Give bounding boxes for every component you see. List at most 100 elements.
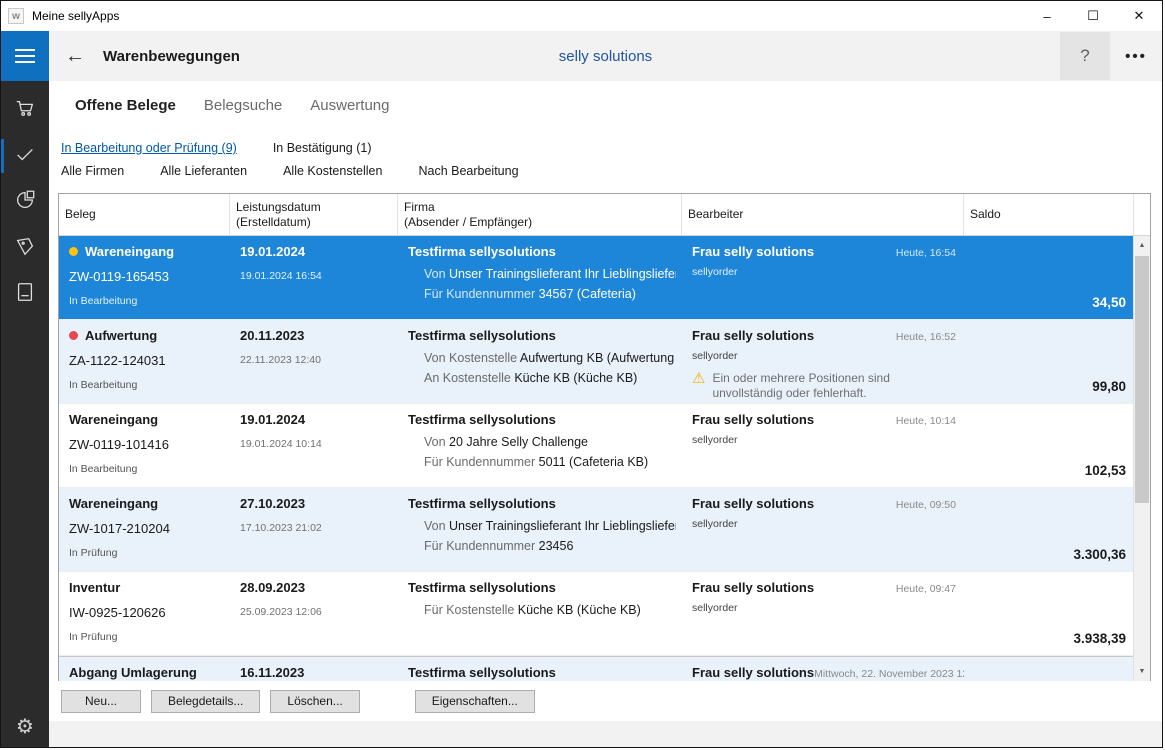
close-button[interactable]: ✕ bbox=[1116, 1, 1162, 31]
created-date: 22.11.2023 12:40 bbox=[240, 354, 321, 366]
back-arrow-icon[interactable]: ← bbox=[65, 45, 85, 68]
filter-in-bestaetigung[interactable]: In Bestätigung (1) bbox=[273, 141, 372, 155]
tag-icon bbox=[14, 235, 36, 262]
cell-bearbeiter: Frau selly solutions Mittwoch, 22. Novem… bbox=[682, 657, 964, 681]
help-icon[interactable]: ? bbox=[1060, 32, 1110, 80]
column-header-firma[interactable]: Firma (Absender / Empfänger) bbox=[398, 194, 682, 235]
tab-bar: Offene Belege Belegsuche Auswertung bbox=[49, 81, 1162, 129]
table-row[interactable]: Wareneingang ZW-0119-165453 In Bearbeitu… bbox=[59, 236, 1134, 320]
footer-strip bbox=[49, 721, 1162, 747]
document-type: Abgang Umlagerung bbox=[69, 665, 197, 680]
app-icon: w bbox=[8, 8, 24, 24]
editor-name: Frau selly solutions bbox=[692, 328, 815, 343]
document-details-button[interactable]: Belegdetails... bbox=[151, 689, 261, 713]
cell-bearbeiter: Frau selly solutions Heute, 16:52 sellyo… bbox=[682, 320, 964, 403]
cell-beleg: Aufwertung ZA-1122-124031 In Bearbeitung bbox=[59, 320, 230, 403]
cell-bearbeiter: Frau selly solutions Heute, 10:14 sellyo… bbox=[682, 404, 964, 487]
editor-name: Frau selly solutions bbox=[692, 244, 815, 259]
sidebar-item-open-documents[interactable] bbox=[1, 133, 49, 179]
saldo-value: 3.938,39 bbox=[1073, 631, 1126, 646]
detail-line: Für Kundennummer 23456 bbox=[424, 539, 574, 553]
column-header-leistungsdatum[interactable]: Leistungsdatum (Erstelldatum) bbox=[230, 194, 398, 235]
minimize-button[interactable]: – bbox=[1024, 1, 1070, 31]
filter-nach-bearbeitung[interactable]: Nach Bearbeitung bbox=[418, 164, 518, 178]
filter-area: In Bearbeitung oder Prüfung (9) In Bestä… bbox=[49, 129, 1162, 193]
cell-bearbeiter: Frau selly solutions Heute, 09:47 sellyo… bbox=[682, 572, 964, 655]
cell-firma: Testfirma sellysolutions Von Unser Train… bbox=[398, 488, 682, 571]
action-bar: Neu... Belegdetails... Löschen... Eigens… bbox=[49, 681, 1162, 721]
tab-offene-belege[interactable]: Offene Belege bbox=[75, 97, 176, 114]
sidebar-item-reports[interactable] bbox=[1, 179, 49, 225]
created-date: 19.01.2024 16:54 bbox=[240, 270, 322, 282]
company-name: Testfirma sellysolutions bbox=[408, 496, 556, 511]
delete-button[interactable]: Löschen... bbox=[270, 689, 360, 713]
table-row[interactable]: Abgang Umlagerung 16.11.2023 Testfirma s… bbox=[59, 656, 1134, 681]
filter-alle-kostenstellen[interactable]: Alle Kostenstellen bbox=[283, 164, 382, 178]
column-header-saldo[interactable]: Saldo bbox=[964, 194, 1134, 235]
document-details: Für Kostenstelle Küche KB (Küche KB) bbox=[408, 603, 676, 617]
cell-saldo: 3.300,36 bbox=[964, 488, 1134, 571]
saldo-value: 3.300,36 bbox=[1073, 547, 1126, 562]
column-header-bearbeiter[interactable]: Bearbeiter bbox=[682, 194, 964, 235]
detail-line: Von Unser Trainingslieferant Ihr Lieblin… bbox=[424, 519, 676, 533]
saldo-value: 102,53 bbox=[1084, 463, 1126, 478]
vertical-scrollbar[interactable]: ▲ ▼ bbox=[1133, 236, 1150, 681]
warning-text: Ein oder mehrere Positionen sind unvolls… bbox=[712, 371, 890, 400]
service-date: 19.01.2024 bbox=[240, 244, 306, 259]
scrollbar-thumb[interactable] bbox=[1135, 256, 1149, 503]
cell-firma: Testfirma sellysolutions Von Kostenstell… bbox=[398, 320, 682, 403]
editor-account: sellyorder bbox=[692, 434, 738, 446]
service-date: 16.11.2023 bbox=[240, 665, 305, 680]
brand-text: selly solutions bbox=[558, 47, 653, 65]
sidebar-item-cart[interactable] bbox=[1, 87, 49, 133]
scroll-up-icon[interactable]: ▲ bbox=[1134, 237, 1150, 254]
table-row[interactable]: Wareneingang ZW-0119-101416 In Bearbeitu… bbox=[59, 404, 1134, 488]
new-button[interactable]: Neu... bbox=[61, 689, 141, 713]
table-row[interactable]: Wareneingang ZW-1017-210204 In Prüfung 2… bbox=[59, 488, 1134, 572]
edit-timestamp: Heute, 16:54 bbox=[895, 247, 956, 259]
table-row[interactable]: Aufwertung ZA-1122-124031 In Bearbeitung… bbox=[59, 320, 1134, 404]
cell-beleg: Wareneingang ZW-0119-101416 In Bearbeitu… bbox=[59, 404, 230, 487]
cell-datum: 28.09.2023 25.09.2023 12:06 bbox=[230, 572, 398, 655]
editor-account: sellyorder bbox=[692, 350, 738, 362]
filter-alle-lieferanten[interactable]: Alle Lieferanten bbox=[160, 164, 247, 178]
edit-timestamp: Mittwoch, 22. November 2023 12:38 bbox=[814, 668, 964, 680]
document-details: Von Unser Trainingslieferant Ihr Lieblin… bbox=[408, 519, 676, 553]
service-date: 27.10.2023 bbox=[240, 496, 306, 511]
checkmark-icon bbox=[14, 143, 36, 170]
saldo-value: 99,80 bbox=[1092, 379, 1126, 394]
hamburger-menu-icon[interactable] bbox=[1, 31, 49, 81]
document-status: In Prüfung bbox=[69, 631, 118, 643]
filter-alle-firmen[interactable]: Alle Firmen bbox=[61, 164, 124, 178]
cell-firma: Testfirma sellysolutions bbox=[398, 657, 682, 681]
cell-datum: 20.11.2023 22.11.2023 12:40 bbox=[230, 320, 398, 403]
column-header-beleg[interactable]: Beleg bbox=[59, 194, 230, 235]
scroll-down-icon[interactable]: ▼ bbox=[1134, 663, 1150, 680]
document-details: Von Kostenstelle Aufwertung KB (Aufwertu… bbox=[408, 351, 676, 385]
cell-firma: Testfirma sellysolutions Für Kostenstell… bbox=[398, 572, 682, 655]
filter-in-bearbeitung[interactable]: In Bearbeitung oder Prüfung (9) bbox=[61, 141, 237, 155]
table-row[interactable]: Inventur IW-0925-120626 In Prüfung 28.09… bbox=[59, 572, 1134, 656]
settings-gear-icon[interactable]: ⚙ bbox=[1, 703, 49, 747]
page-title: Warenbewegungen bbox=[103, 47, 240, 65]
edit-timestamp: Heute, 10:14 bbox=[895, 415, 956, 427]
cell-datum: 19.01.2024 19.01.2024 10:14 bbox=[230, 404, 398, 487]
document-number: ZA-1122-124031 bbox=[69, 353, 166, 368]
sidebar-item-catalog[interactable] bbox=[1, 271, 49, 317]
properties-button[interactable]: Eigenschaften... bbox=[414, 689, 535, 713]
cell-beleg: Wareneingang ZW-1017-210204 In Prüfung bbox=[59, 488, 230, 571]
document-status: In Bearbeitung bbox=[69, 379, 138, 391]
document-status: In Bearbeitung bbox=[69, 295, 138, 307]
service-date: 20.11.2023 bbox=[240, 328, 305, 343]
cell-datum: 27.10.2023 17.10.2023 21:02 bbox=[230, 488, 398, 571]
tab-auswertung[interactable]: Auswertung bbox=[310, 97, 389, 114]
cell-bearbeiter: Frau selly solutions Heute, 09:50 sellyo… bbox=[682, 488, 964, 571]
document-type: Aufwertung bbox=[85, 328, 158, 343]
cell-bearbeiter: Frau selly solutions Heute, 16:54 sellyo… bbox=[682, 236, 964, 319]
maximize-button[interactable]: ☐ bbox=[1070, 1, 1116, 31]
more-options-icon[interactable]: ••• bbox=[1110, 32, 1162, 80]
detail-line: Von Unser Trainingslieferant Ihr Lieblin… bbox=[424, 267, 676, 281]
tab-belegsuche[interactable]: Belegsuche bbox=[204, 97, 282, 114]
sidebar-item-tags[interactable] bbox=[1, 225, 49, 271]
detail-line: Für Kundennummer 5011 (Cafeteria KB) bbox=[424, 455, 649, 469]
